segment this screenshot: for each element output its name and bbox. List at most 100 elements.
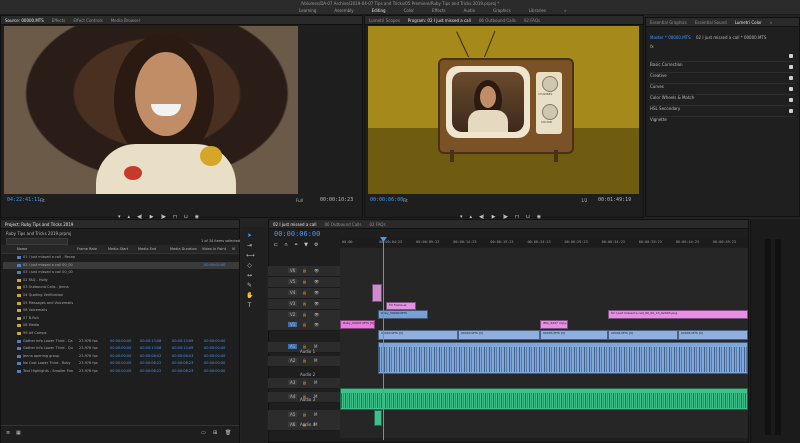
timeline-clip[interactable]: Ruby_00007.MTS [V] [340,320,375,329]
tab-media-browser[interactable]: Media Browser [111,18,141,23]
bin-row[interactable]: 04 Quoting Verification [3,292,239,300]
section-color-wheels[interactable]: Color Wheels & Match [650,84,795,100]
tab-seq-missed-call[interactable]: 02 I just missed a call [273,222,316,227]
workspace-graphics[interactable]: Graphics [484,7,520,14]
lumetri-clip-master[interactable]: Master * 00000.MTS [650,35,691,40]
col-video-extra[interactable]: Vi [232,247,235,251]
track-visibility-icon[interactable]: 👁 [314,301,319,306]
track-target-label[interactable]: V1 [288,322,298,327]
bin-row[interactable]: 02 FAQ - Holly [3,277,239,285]
source-timecode[interactable]: 04:22:41:11 [7,197,40,203]
timeline-clip[interactable]: IMG_3247 copy.png [540,320,568,329]
ripple-edit-tool-icon[interactable]: ⟷ [246,252,255,259]
track-select-tool-icon[interactable]: ⇥ [246,242,253,249]
tab-seq-outbound[interactable]: 06 Outbound Calls [324,222,361,227]
track-target-label[interactable]: V2 [288,312,298,317]
track-header-v4[interactable]: V4 🔒 👁 [268,288,340,299]
track-visibility-icon[interactable]: 👁 [314,312,319,317]
program-fit-select[interactable]: Fit [403,198,408,203]
track-target-label[interactable]: V5 [288,279,298,284]
col-media-start[interactable]: Media Start [108,247,128,251]
project-item-row[interactable]: Gather Info Lower Third - Qu 23.976 fps 00… [3,345,239,353]
track-area[interactable]: TV frame.ai Ruby_00000.MTS 02 I just mis… [340,248,748,438]
project-item-row[interactable]: 02 I just missed a call 00_00 00:00:00:00 [3,261,239,270]
track-target-label[interactable]: A5 [288,412,298,417]
track-mute-icon[interactable]: M [314,358,317,363]
track-target-label[interactable]: V6 [288,268,298,273]
audio-clip[interactable] [374,410,382,426]
track-header-v1[interactable]: V1 🔒 👁 [268,320,340,331]
program-video-frame[interactable]: CHANNEL SOUND [368,26,639,194]
section-vignette[interactable]: Vignette [650,106,795,122]
track-lock-icon[interactable]: 🔒 [302,322,307,327]
tab-essential-sound[interactable]: Essential Sound [695,20,727,25]
timeline-clip[interactable]: 02 I just missed a call_00_00_13_02003.p… [608,310,748,319]
source-fit-select[interactable]: Fit [40,198,45,203]
tab-essential-graphics[interactable]: Essential Graphics [650,20,687,25]
project-item-row[interactable]: 03 I just missed a call 00_00 [3,269,239,277]
tab-project[interactable]: Project: Ruby Tips and Tricks 2019 [5,222,73,227]
track-target-label[interactable]: V4 [288,290,298,295]
pen-tool-icon[interactable]: ✎ [246,282,253,289]
section-basic-correction[interactable]: Basic Correction [650,51,795,67]
enable-checkbox[interactable] [789,87,793,91]
timeline-clip[interactable]: Ruby_00000.MTS [378,310,428,319]
section-creative[interactable]: Creative [650,62,795,78]
timeline-settings-icon[interactable]: ⚙ [314,242,318,248]
timeline-clip[interactable]: 00000.MTS [V] [378,330,458,340]
track-lock-icon[interactable]: 🔒 [302,268,307,273]
project-item-row[interactable]: Gather Info Lower Third - Ca 23.976 fps 00… [3,338,239,346]
bin-row[interactable]: 99 Alt Comps [3,330,239,338]
track-lock-icon[interactable]: 🔒 [302,312,307,317]
tab-seq-faqs[interactable]: 02 FAQs [369,222,385,227]
track-lock-icon[interactable]: 🔒 [302,412,307,417]
timeline-clip[interactable]: TV frame.ai [386,302,416,310]
track-visibility-icon[interactable]: 👁 [314,290,319,295]
bin-row[interactable]: 03 Outbound Calls - Jenna [3,284,239,292]
track-visibility-icon[interactable]: 👁 [314,268,319,273]
project-item-row[interactable]: Text Highlights - Smaller Fon 23.976 fps 0… [3,368,239,376]
workspace-editing[interactable]: Editing [363,7,395,14]
project-item-row[interactable]: Jenna opening group 23.976 fps 00:00:00:00… [3,353,239,361]
track-target-label[interactable]: A2 [288,358,298,363]
track-header-v6[interactable]: V6 🔒 👁 [268,266,340,277]
bin-row[interactable]: 08 Media [3,322,239,330]
bin-row[interactable]: 05 Messages and Voicemails [3,300,239,308]
track-visibility-icon[interactable]: 👁 [314,322,319,327]
tab-lumetri-scopes[interactable]: Lumetri Scopes [369,18,400,23]
time-ruler[interactable]: 00:00 00:00:04:23 00:00:09:23 00:00:14:23 00… [340,237,748,247]
track-lock-icon[interactable]: 🔒 [302,358,307,363]
track-lock-icon[interactable]: 🔒 [302,290,307,295]
timeline-clip[interactable]: 00004.MTS [V] [608,330,678,340]
tab-program[interactable]: Program: 02 I just missed a call [408,18,471,23]
trash-icon[interactable]: 🗑 [225,430,231,436]
type-tool-icon[interactable]: T [246,302,253,309]
track-target-label[interactable]: V3 [288,301,298,306]
track-header-v5[interactable]: V5 🔒 👁 [268,277,340,288]
audio-clip[interactable] [378,342,748,374]
new-bin-icon[interactable]: ▭ [201,430,206,436]
enable-checkbox[interactable] [789,65,793,69]
enable-checkbox[interactable] [789,76,793,80]
project-search-input[interactable] [6,238,68,245]
enable-checkbox[interactable] [789,109,793,113]
tab-outbound-calls[interactable]: 06 Outbound Calls [479,18,516,23]
workspace-libraries[interactable]: Libraries [520,7,555,14]
program-timecode[interactable]: 00:00:06:00 [370,197,403,203]
workspace-effects[interactable]: Effects [423,7,455,14]
timeline-clip[interactable]: 00003.MTS [V] [540,330,608,340]
selection-tool-icon[interactable]: ➤ [246,232,253,239]
track-header-a3[interactable]: A3 🔒 M [268,378,340,389]
track-target-label[interactable]: A3 [288,380,298,385]
source-zoom-select[interactable]: Full [296,198,303,203]
new-item-icon[interactable]: ⊞ [213,430,217,436]
razor-tool-icon[interactable]: ◇ [246,262,253,269]
tab-source[interactable]: Source: 00000.MTS [5,18,44,23]
col-video-in[interactable]: Video In Point [202,247,226,251]
list-view-icon[interactable]: ≡ [6,430,10,436]
nest-icon[interactable]: ⊏ [274,242,278,248]
tab-overflow-icon[interactable]: » [770,20,772,25]
track-lock-icon[interactable]: 🔒 [302,301,307,306]
tab-effects[interactable]: Effects [52,18,66,23]
program-zoom-select[interactable]: 1/2 [581,198,587,203]
